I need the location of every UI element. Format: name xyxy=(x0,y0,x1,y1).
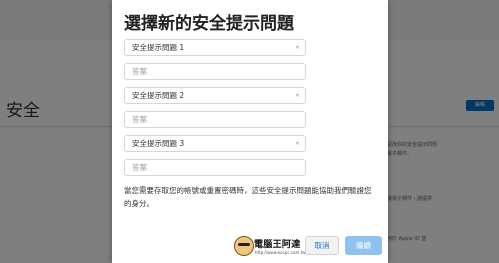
chevron-down-icon: ▾ xyxy=(295,140,299,147)
security-question-3-select[interactable]: 安全提示問題 3 ▾ xyxy=(124,135,306,152)
dialog-description: 當您需要存取您的帳號或重置密碼時，這些安全提示問題能協助我們驗證您的身分。 xyxy=(124,186,372,208)
security-questions-dialog: 選擇新的安全提示問題 安全提示問題 1 ▾ 答案 安全提示問題 2 ▾ 答案 安… xyxy=(112,0,388,263)
select-value: 安全提示問題 1 xyxy=(132,43,185,52)
select-value: 安全提示問題 2 xyxy=(132,91,185,100)
answer-2-input[interactable]: 答案 xyxy=(124,111,306,128)
cancel-button[interactable]: 取消 xyxy=(305,236,339,255)
answer-placeholder: 答案 xyxy=(132,67,147,76)
logo-url: http://www.kocpc.com.tw xyxy=(255,250,306,255)
watermark-logo: 電腦王阿達 http://www.kocpc.com.tw xyxy=(234,236,306,258)
answer-3-input[interactable]: 答案 xyxy=(124,159,306,176)
select-value: 安全提示問題 3 xyxy=(132,139,185,148)
mascot-icon xyxy=(234,236,254,256)
continue-button[interactable]: 繼續 xyxy=(345,236,382,255)
security-question-1-select[interactable]: 安全提示問題 1 ▾ xyxy=(124,39,306,56)
logo-text: 電腦王阿達 xyxy=(254,240,301,250)
security-question-2-select[interactable]: 安全提示問題 2 ▾ xyxy=(124,87,306,104)
chevron-down-icon: ▾ xyxy=(295,92,299,99)
dialog-title: 選擇新的安全提示問題 xyxy=(124,14,294,34)
answer-1-input[interactable]: 答案 xyxy=(124,63,306,80)
chevron-down-icon: ▾ xyxy=(295,44,299,51)
answer-placeholder: 答案 xyxy=(132,163,147,172)
answer-placeholder: 答案 xyxy=(132,115,147,124)
